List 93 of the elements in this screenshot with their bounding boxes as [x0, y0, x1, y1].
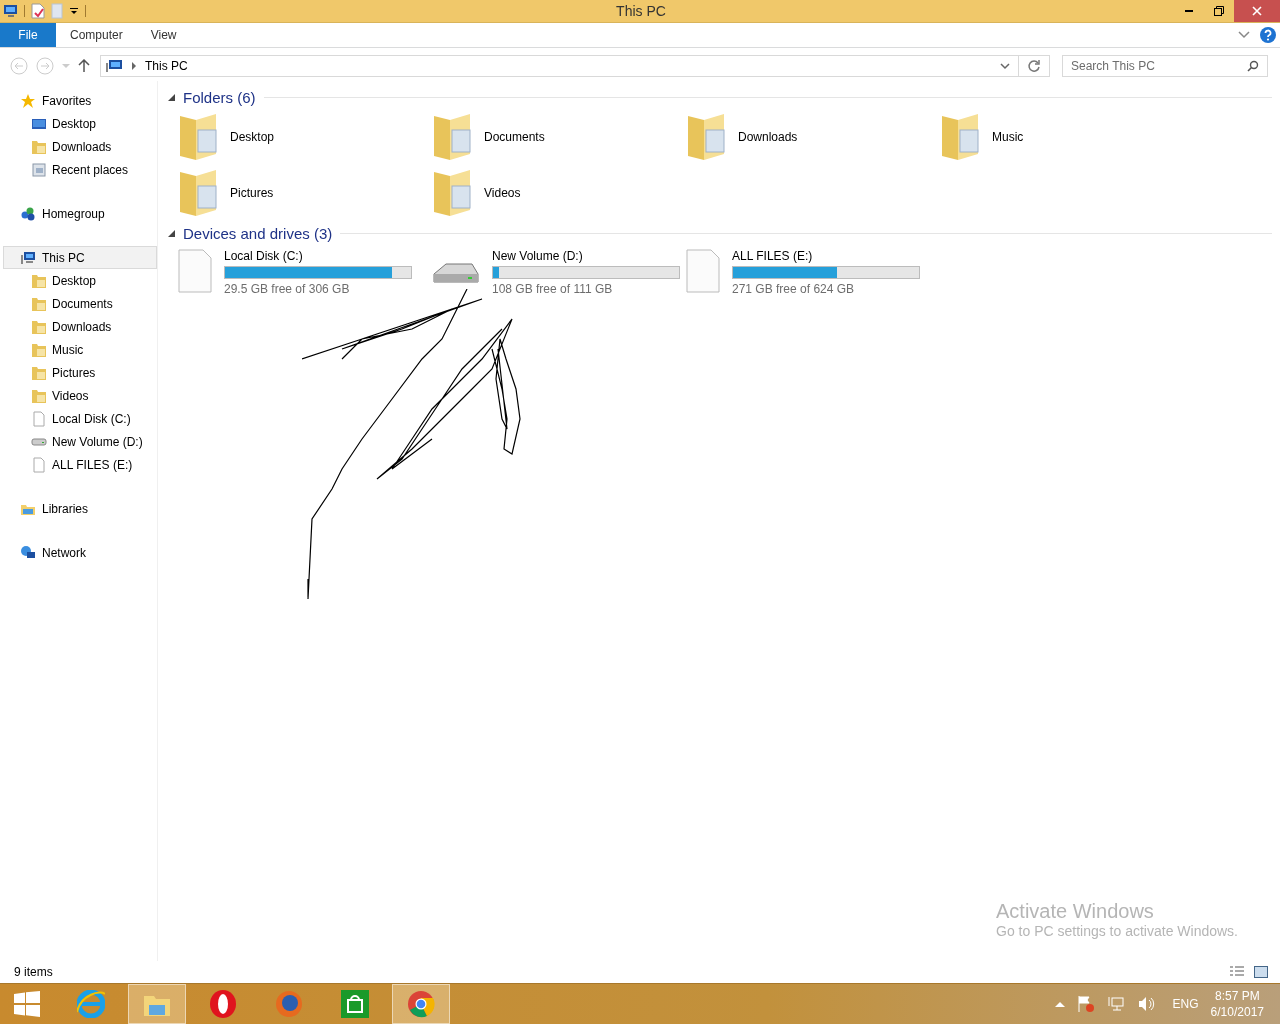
folder-name[interactable]: Pictures: [230, 186, 274, 200]
nav-icon: [31, 364, 47, 381]
nav-item[interactable]: Videos: [0, 384, 157, 407]
collapse-icon[interactable]: [168, 229, 175, 237]
nav-icon: [31, 341, 47, 358]
nav-icon: [31, 318, 47, 335]
nav-icon: [20, 92, 36, 109]
nav-item[interactable]: Downloads: [0, 135, 157, 158]
folder-icon: [432, 112, 474, 162]
address-bar[interactable]: This PC: [100, 55, 1050, 77]
dropdown-icon[interactable]: [69, 6, 79, 16]
flag-icon[interactable]: [1076, 995, 1095, 1013]
free-space: 271 GB free of 624 GB: [732, 282, 856, 296]
nav-icon: [31, 387, 47, 404]
ribbon-tab[interactable]: Computer: [56, 23, 137, 47]
globe-icon: [275, 990, 303, 1018]
letter-e-icon: [77, 990, 105, 1018]
item-count: 9 items: [14, 965, 53, 979]
search-field[interactable]: Search This PC: [1062, 55, 1268, 77]
refresh-icon[interactable]: [1027, 59, 1041, 73]
details-view-icon[interactable]: [1230, 966, 1244, 978]
collapse-icon[interactable]: [168, 93, 175, 101]
nav-icon: [20, 544, 36, 561]
drive-icon: [178, 249, 212, 293]
ribbon-tab[interactable]: File: [0, 23, 56, 47]
activation-text: Go to PC settings to activate Windows.: [996, 923, 1238, 939]
nav-item[interactable]: Network: [0, 541, 157, 564]
nav-icon: [20, 249, 36, 266]
activation-title: Activate Windows: [996, 900, 1155, 923]
free-space: 29.5 GB free of 306 GB: [224, 282, 351, 296]
nav-icon: [31, 295, 47, 312]
folder-name[interactable]: Videos: [484, 186, 521, 200]
nav-item[interactable]: Pictures: [0, 361, 157, 384]
nav-item[interactable]: Music: [0, 338, 157, 361]
window-title: This PC: [615, 3, 667, 19]
nav-item[interactable]: Local Disk (C:): [0, 407, 157, 430]
nav-item[interactable]: Homegroup: [0, 202, 157, 225]
nav-item[interactable]: Libraries: [0, 497, 157, 520]
folder-name[interactable]: Documents: [484, 130, 545, 144]
folder-name[interactable]: Downloads: [738, 130, 798, 144]
nav-item[interactable]: Desktop: [0, 112, 157, 135]
computer-icon[interactable]: [2, 4, 18, 18]
properties-icon[interactable]: [31, 3, 45, 19]
nav-item[interactable]: ALL FILES (E:): [0, 453, 157, 476]
folder-icon: [940, 112, 982, 162]
computer-icon: [105, 59, 123, 73]
restore-icon: [1214, 6, 1224, 16]
drive-icon: [432, 263, 480, 283]
free-space: 108 GB free of 111 GB: [492, 282, 614, 296]
help-icon[interactable]: [1260, 27, 1276, 43]
drive-name[interactable]: Local Disk (C:): [224, 249, 412, 263]
folder-name[interactable]: Music: [992, 130, 1024, 144]
close-icon: [1252, 6, 1262, 16]
expand-ribbon-icon[interactable]: [1238, 31, 1250, 39]
nav-icon: [31, 410, 47, 427]
folder-icon: [432, 168, 474, 218]
group-heading: Devices and drives (3): [183, 224, 333, 242]
drive-name[interactable]: New Volume (D:): [492, 249, 680, 263]
nav-icon: [31, 161, 47, 178]
chevron-icon: [131, 62, 137, 70]
folder-icon: [686, 112, 728, 162]
nav-icon: [20, 205, 36, 222]
network-icon[interactable]: [1106, 995, 1125, 1013]
dropdown-icon[interactable]: [1000, 62, 1010, 70]
volume-icon[interactable]: [1136, 995, 1155, 1013]
taskbar-app-button[interactable]: [392, 984, 450, 1024]
large-icons-view-icon[interactable]: [1254, 966, 1268, 978]
ring-icon: [209, 990, 237, 1018]
nav-icon: [31, 456, 47, 473]
nav-item[interactable]: Desktop: [0, 269, 157, 292]
nav-item[interactable]: Recent places: [0, 158, 157, 181]
nav-item[interactable]: Downloads: [0, 315, 157, 338]
windows-logo-icon: [14, 991, 40, 1017]
folder-icon: [178, 168, 220, 218]
nav-icon: [31, 272, 47, 289]
folder-name[interactable]: Desktop: [230, 130, 275, 144]
folder-icon: [178, 112, 220, 162]
wheel-icon: [407, 990, 435, 1018]
search-icon[interactable]: [1247, 60, 1259, 72]
drive-name[interactable]: ALL FILES (E:): [732, 249, 920, 263]
nav-item[interactable]: This PC: [3, 246, 157, 269]
drive-icon: [686, 249, 720, 293]
up-icon[interactable]: [78, 59, 90, 73]
nav-icon: [31, 138, 47, 155]
nav-icon: [31, 437, 47, 446]
ribbon-tab[interactable]: View: [136, 23, 191, 47]
minimize-icon: [1185, 10, 1193, 12]
nav-item[interactable]: Documents: [0, 292, 157, 315]
shopping-bag-icon: [341, 990, 369, 1018]
nav-item[interactable]: New Volume (D:): [0, 430, 157, 453]
show-hidden-icons-icon[interactable]: [1054, 1001, 1065, 1007]
group-heading: Folders (6): [183, 88, 256, 106]
nav-item[interactable]: Favorites: [0, 89, 157, 112]
